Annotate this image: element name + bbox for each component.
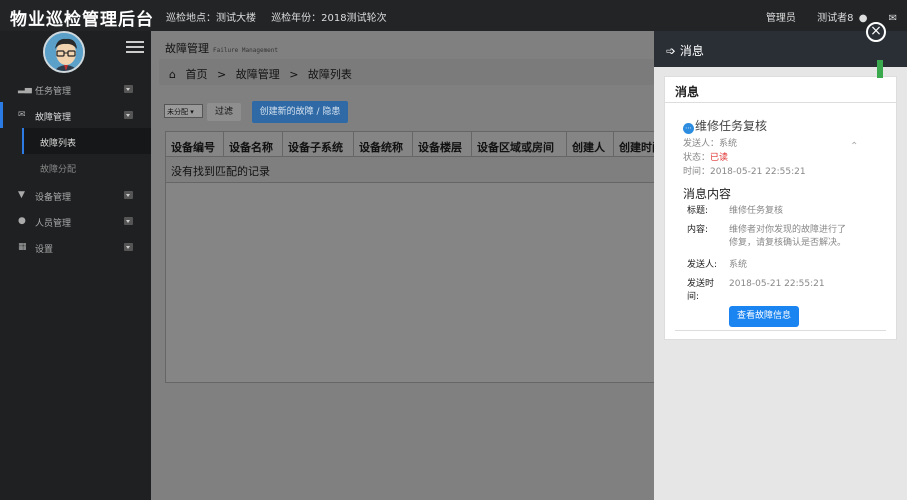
message-panel-title: 消息	[679, 44, 704, 58]
column-header[interactable]: 设备子系统	[288, 139, 343, 155]
grid-icon: ▦	[18, 242, 27, 252]
breadcrumb-fault-management[interactable]: 故障管理	[236, 68, 280, 81]
bullhorn-icon: ➩	[666, 44, 677, 58]
message-card-title: 消息	[665, 77, 896, 103]
field-value: 2018-05-21 22:55:21	[729, 279, 825, 289]
top-bar: 物业巡检管理后台 巡检地点：测试大楼 巡检年份：2018测试轮次 管理员 测试者…	[0, 0, 907, 31]
status-filter-value: 未分配	[167, 108, 188, 116]
user-name: 测试者8	[817, 13, 854, 24]
create-fault-button[interactable]: 创建新的故障 / 隐患	[252, 101, 348, 123]
message-title-text: 维修任务复核	[695, 119, 768, 133]
sidebar-subitem-fault-assign[interactable]: 故障分配	[22, 154, 151, 180]
chevron-up-icon[interactable]: ⌃	[850, 141, 858, 152]
view-fault-button[interactable]: 查看故障信息	[729, 306, 799, 327]
filter-button[interactable]: 过滤	[207, 103, 241, 121]
trophy-icon: ▼	[18, 190, 25, 200]
avatar[interactable]	[43, 31, 85, 73]
column-header[interactable]: 设备名称	[229, 139, 273, 155]
avatar-image	[45, 33, 83, 71]
message-content-title: 消息内容	[683, 187, 732, 201]
message-sender: 发送人：系统	[683, 139, 738, 149]
message-item[interactable]: ⋯ 维修任务复核 发送人：系统 状态：已读 时间：2018-05-21 22:55…	[675, 103, 886, 331]
chevron-down-icon	[124, 85, 133, 93]
envelope-icon: ✉	[18, 110, 26, 120]
home-icon: ⌂	[169, 68, 176, 81]
sidebar-subitem-label: 故障列表	[40, 139, 77, 149]
user-icon: ●	[858, 13, 868, 24]
column-header[interactable]: 设备编号	[171, 139, 215, 155]
chevron-down-icon	[124, 111, 133, 119]
sidebar-item-devices[interactable]: ▼ 设备管理	[0, 182, 151, 208]
column-header[interactable]: 设备区域或房间	[477, 139, 554, 155]
page-subtitle: Failure Management	[213, 47, 279, 54]
caret-down-icon: ▾	[190, 108, 194, 116]
chat-bubble-icon: ⋯	[683, 123, 694, 134]
message-title: ⋯ 维修任务复核	[683, 117, 767, 134]
breadcrumb-home[interactable]: 首页	[185, 68, 207, 81]
breadcrumb-fault-list: 故障列表	[307, 68, 352, 81]
field-key: 发送人:	[687, 260, 718, 270]
empty-message: 没有找到匹配的记录	[171, 165, 270, 178]
message-card: 消息 ⋯ 维修任务复核 发送人：系统 状态：已读 时间：2018-05-21 22…	[664, 76, 897, 340]
message-status-label: 状态：	[683, 153, 711, 163]
sidebar: ▂▄ 任务管理 ✉ 故障管理 故障列表 故障分配 ▼ 设备管理 ● 人员管理 ▦…	[0, 31, 151, 500]
sidebar-item-label: 任务管理	[35, 87, 72, 97]
field-value: 维修者对你发现的故障进行了修复，请复核确认是否解决。	[729, 225, 847, 248]
bar-chart-icon: ▂▄	[18, 84, 32, 94]
green-side-tab	[877, 60, 883, 78]
field-key: 发送时间:	[687, 279, 715, 302]
menu-toggle-icon[interactable]	[126, 41, 144, 56]
breadcrumb-separator: >	[289, 68, 299, 81]
app-title: 物业巡检管理后台	[10, 10, 154, 30]
inspection-location: 巡检地点：测试大楼	[166, 13, 256, 24]
chevron-down-icon	[124, 191, 133, 199]
column-header[interactable]: 设备统称	[359, 139, 403, 155]
message-status-value: 已读	[710, 153, 729, 163]
sidebar-subitem-label: 故障分配	[40, 165, 77, 175]
sidebar-item-faults[interactable]: ✉ 故障管理	[0, 102, 151, 128]
user-icon: ●	[18, 216, 26, 226]
user-name-dropdown[interactable]: 测试者8 ●	[817, 13, 867, 24]
close-icon[interactable]: ×	[866, 22, 886, 42]
sidebar-item-label: 设备管理	[35, 193, 72, 203]
field-value: 维修任务复核	[729, 206, 784, 216]
role-label[interactable]: 管理员	[766, 13, 796, 24]
inspection-info: 巡检地点：测试大楼 巡检年份：2018测试轮次	[166, 9, 399, 24]
field-value: 系统	[729, 260, 748, 270]
column-header[interactable]: 设备楼层	[418, 139, 462, 155]
sidebar-item-settings[interactable]: ▦ 设置	[0, 234, 151, 260]
field-key: 内容:	[687, 225, 709, 235]
mail-icon[interactable]: ✉	[889, 13, 897, 24]
message-time: 时间：2018-05-21 22:55:21	[683, 167, 806, 177]
message-status: 状态：已读	[683, 150, 728, 163]
sidebar-item-label: 故障管理	[35, 113, 72, 123]
sidebar-subitem-fault-list[interactable]: 故障列表	[22, 128, 151, 154]
inspection-year[interactable]: 巡检年份：2018测试轮次	[271, 13, 386, 24]
status-filter-select[interactable]: 未分配 ▾	[164, 104, 203, 118]
sidebar-item-label: 设置	[35, 245, 54, 255]
sidebar-item-label: 人员管理	[35, 219, 72, 229]
sidebar-item-tasks[interactable]: ▂▄ 任务管理	[0, 76, 151, 102]
column-header[interactable]: 创建人	[572, 139, 605, 155]
message-panel: ➩ 消息 消息 ⋯ 维修任务复核 发送人：系统 状态：已读 时间：2018-05-…	[654, 31, 907, 500]
page-title: 故障管理 Failure Management	[165, 40, 278, 56]
breadcrumb-separator: >	[216, 68, 227, 81]
field-key: 标题:	[687, 206, 709, 216]
sidebar-item-staff[interactable]: ● 人员管理	[0, 208, 151, 234]
page-title-text: 故障管理	[165, 42, 209, 55]
chevron-down-icon	[124, 217, 133, 225]
chevron-down-icon	[124, 243, 133, 251]
